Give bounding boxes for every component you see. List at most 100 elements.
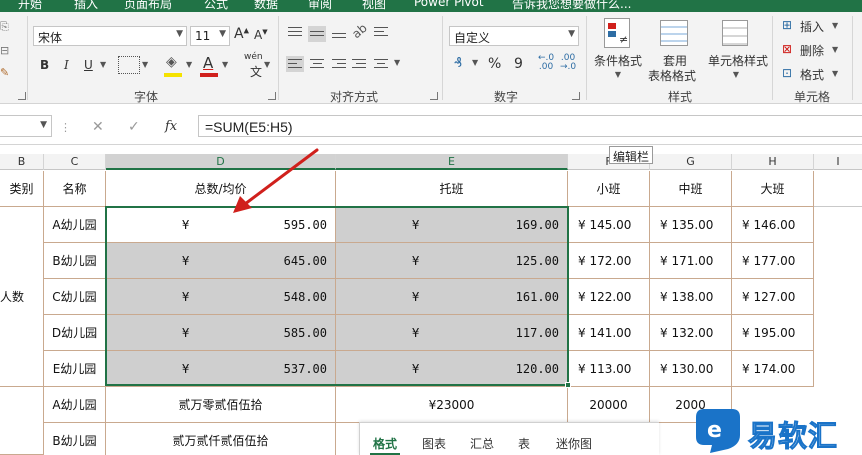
chevron-down-icon[interactable]: ▼: [598, 70, 638, 79]
column-header-g[interactable]: G: [650, 154, 732, 170]
qa-tab-charts[interactable]: 图表: [422, 435, 446, 452]
align-left-icon[interactable]: [286, 56, 304, 72]
insert-function-button[interactable]: fx: [165, 119, 177, 134]
row-name-cell[interactable]: B幼儿园: [44, 423, 106, 455]
conditional-formatting-button[interactable]: 条件格式: [590, 52, 646, 69]
column-header-d[interactable]: D: [106, 154, 336, 170]
zhong-ban-cell[interactable]: ¥ 132.00: [650, 315, 732, 351]
delete-button[interactable]: 删除: [800, 42, 824, 59]
name-box[interactable]: ▼: [0, 115, 52, 137]
paste-icon[interactable]: ⊟: [0, 44, 9, 57]
header-total-avg[interactable]: 总数/均价: [106, 171, 336, 207]
comma-style-button[interactable]: 9: [514, 56, 523, 72]
delete-cells-icon[interactable]: ⊠: [782, 42, 792, 56]
insert-button[interactable]: 插入: [800, 18, 824, 35]
enter-icon[interactable]: ✓: [128, 119, 140, 135]
alignment-launcher-icon[interactable]: [430, 92, 438, 100]
total-cell[interactable]: ¥645.00: [106, 243, 336, 279]
header-zhong-ban[interactable]: 中班: [650, 171, 732, 207]
copy-icon[interactable]: ⎘: [0, 20, 9, 34]
empty-cell[interactable]: [0, 387, 44, 455]
tuo-ban-cell[interactable]: ¥125.00: [336, 243, 568, 279]
chevron-down-icon[interactable]: ▼: [264, 60, 270, 69]
xiao-ban-cell[interactable]: ¥ 141.00: [568, 315, 650, 351]
row-name-cell[interactable]: A幼儿园: [44, 387, 106, 423]
currency-format-icon[interactable]: ₰: [454, 56, 462, 71]
increase-decimal-icon[interactable]: ←.0.00: [538, 54, 554, 72]
header-name[interactable]: 名称: [44, 171, 106, 207]
tuo-ban-cell[interactable]: ¥169.00: [336, 207, 568, 243]
total-chinese-cell[interactable]: 贰万零贰佰伍拾: [106, 387, 336, 423]
chevron-down-icon[interactable]: ▼: [472, 58, 478, 67]
header-xiao-ban[interactable]: 小班: [568, 171, 650, 207]
tuo-ban-cell[interactable]: ¥161.00: [336, 279, 568, 315]
chevron-down-icon[interactable]: ▼: [186, 60, 192, 69]
category-merged-cell[interactable]: 人数: [0, 207, 44, 387]
tab-review[interactable]: 审阅: [308, 0, 332, 12]
align-center-icon[interactable]: [308, 56, 326, 72]
tab-home[interactable]: 开始: [18, 0, 42, 12]
tab-insert[interactable]: 插入: [74, 0, 98, 12]
borders-icon[interactable]: [118, 56, 140, 74]
header-da-ban[interactable]: 大班: [732, 171, 814, 207]
da-ban-cell[interactable]: ¥ 174.00: [732, 351, 814, 387]
conditional-formatting-icon[interactable]: ≠: [604, 18, 630, 48]
row-name-cell[interactable]: D幼儿园: [44, 315, 106, 351]
chevron-down-icon[interactable]: ▼: [100, 60, 106, 69]
number-launcher-icon[interactable]: [572, 92, 580, 100]
align-top-icon[interactable]: [286, 24, 304, 40]
format-as-table-label[interactable]: 表格格式: [644, 67, 700, 84]
header-tuo-ban[interactable]: 托班: [336, 171, 568, 207]
align-right-icon[interactable]: [330, 56, 348, 72]
format-as-table-icon[interactable]: [660, 20, 688, 46]
xiao-ban-cell[interactable]: ¥ 172.00: [568, 243, 650, 279]
tuo-ban-cell[interactable]: ¥117.00: [336, 315, 568, 351]
bold-button[interactable]: B: [40, 58, 49, 72]
row-name-cell[interactable]: C幼儿园: [44, 279, 106, 315]
chevron-down-icon[interactable]: ▼: [394, 58, 400, 67]
chevron-down-icon[interactable]: ▼: [724, 70, 748, 79]
tab-formulas[interactable]: 公式: [204, 0, 228, 12]
increase-font-icon[interactable]: A▲: [234, 26, 249, 42]
column-header-c[interactable]: C: [44, 154, 106, 170]
header-category[interactable]: 类别: [0, 171, 44, 207]
cell-styles-icon[interactable]: [722, 20, 748, 46]
decrease-font-icon[interactable]: A▼: [254, 28, 268, 42]
format-button[interactable]: 格式: [800, 66, 824, 83]
xiao-ban-cell[interactable]: 20000: [568, 387, 650, 423]
column-header-e[interactable]: E: [336, 154, 568, 170]
italic-button[interactable]: I: [64, 58, 69, 72]
column-header-h[interactable]: H: [732, 154, 814, 170]
tab-page-layout[interactable]: 页面布局: [124, 0, 172, 12]
row-name-cell[interactable]: B幼儿园: [44, 243, 106, 279]
column-header-b[interactable]: B: [0, 154, 44, 170]
tab-view[interactable]: 视图: [362, 0, 386, 12]
row-name-cell[interactable]: E幼儿园: [44, 351, 106, 387]
decrease-indent-icon[interactable]: [350, 56, 368, 72]
row-name-cell[interactable]: A幼儿园: [44, 207, 106, 243]
tell-me-search[interactable]: 告诉我您想要做什么...: [512, 0, 631, 12]
xiao-ban-cell[interactable]: ¥ 113.00: [568, 351, 650, 387]
font-size-combo[interactable]: 11 ▼: [190, 26, 230, 46]
tuo-ban-cell[interactable]: ¥120.00: [336, 351, 568, 387]
xiao-ban-cell[interactable]: ¥ 145.00: [568, 207, 650, 243]
da-ban-cell[interactable]: ¥ 177.00: [732, 243, 814, 279]
chevron-down-icon[interactable]: ▼: [832, 69, 838, 78]
cancel-icon[interactable]: ✕: [92, 119, 104, 135]
empty-cell[interactable]: [814, 171, 862, 207]
align-bottom-icon[interactable]: [330, 24, 348, 40]
da-ban-cell[interactable]: ¥ 127.00: [732, 279, 814, 315]
clipboard-launcher-icon[interactable]: [18, 92, 26, 100]
total-cell[interactable]: ¥548.00: [106, 279, 336, 315]
phonetic-button[interactable]: wén: [244, 52, 263, 62]
decrease-decimal-icon[interactable]: .00 →.0: [560, 54, 576, 72]
da-ban-cell[interactable]: ¥ 146.00: [732, 207, 814, 243]
qa-tab-formatting[interactable]: 格式: [373, 435, 397, 452]
tuo-ban-cell[interactable]: ¥23000: [336, 387, 568, 423]
underline-button[interactable]: U: [84, 58, 93, 72]
number-format-combo[interactable]: 自定义 ▼: [449, 26, 579, 46]
fill-handle[interactable]: [565, 382, 571, 388]
qa-tab-tables[interactable]: 表: [518, 435, 530, 452]
formula-input[interactable]: =SUM(E5:H5): [198, 115, 862, 137]
tab-data[interactable]: 数据: [254, 0, 278, 12]
